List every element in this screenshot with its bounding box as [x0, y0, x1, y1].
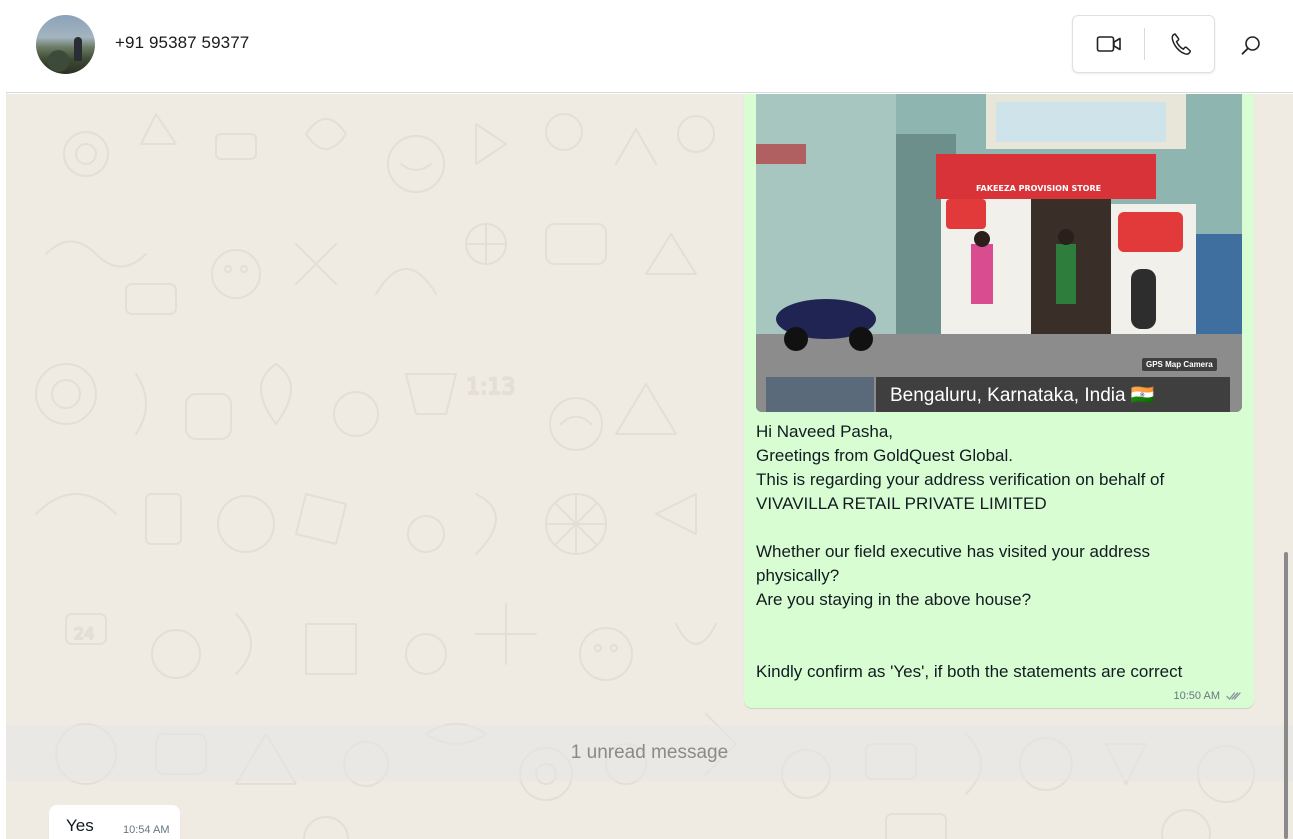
call-button-group: [1072, 15, 1215, 73]
incoming-message-time: 10:54 AM: [123, 824, 170, 836]
outgoing-message-time: 10:50 AM: [1173, 690, 1220, 702]
photo-location-caption: Bengaluru, Karnataka, India 🇮🇳: [890, 385, 1155, 406]
unread-divider: 1 unread message: [6, 725, 1293, 781]
gps-map-camera-badge: GPS Map Camera: [1142, 358, 1217, 371]
unread-message-label: 1 unread message: [570, 742, 729, 763]
search-icon: [1241, 36, 1260, 55]
video-camera-icon: [1096, 36, 1121, 52]
incoming-message-text: Yes: [66, 816, 94, 835]
phone-icon: [1170, 33, 1191, 55]
outgoing-message-meta: 10:50 AM: [1174, 690, 1242, 702]
svg-text:1:13: 1:13: [466, 375, 515, 400]
chat-header: +91 95387 59377: [6, 0, 1293, 93]
video-call-button[interactable]: [1073, 16, 1144, 72]
outgoing-message-bubble[interactable]: FAKEEZA PROVISION STORE GPS Map Camera B…: [744, 94, 1254, 708]
svg-text:24: 24: [74, 624, 94, 643]
shop-sign-text: FAKEEZA PROVISION STORE: [976, 184, 1101, 193]
voice-call-button[interactable]: [1145, 16, 1216, 72]
chat-scrollbar[interactable]: [1284, 552, 1288, 839]
outgoing-message-text: Hi Naveed Pasha, Greetings from GoldQues…: [756, 422, 1183, 681]
chat-area[interactable]: 1:13 24 FAKEEZA PROVISION STORE GPS Map …: [6, 94, 1293, 839]
contact-avatar[interactable]: [36, 15, 95, 74]
double-check-icon: [1226, 692, 1241, 700]
message-photo[interactable]: FAKEEZA PROVISION STORE GPS Map Camera B…: [756, 94, 1242, 412]
incoming-message-bubble[interactable]: Yes 10:54 AM: [49, 805, 180, 839]
contact-name[interactable]: +91 95387 59377: [115, 33, 249, 53]
search-button[interactable]: [1236, 30, 1266, 60]
